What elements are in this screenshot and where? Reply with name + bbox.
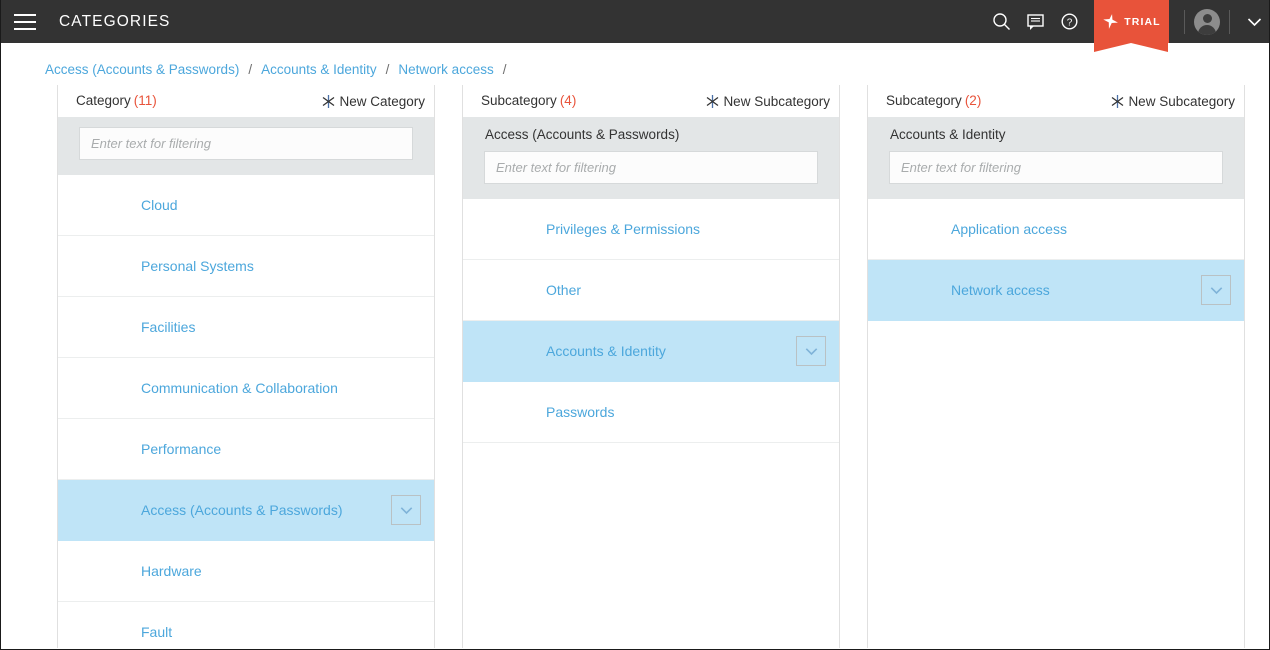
panel-count: (11)	[133, 93, 157, 108]
app-header: CATEGORIES ? TRIAL	[1, 0, 1269, 52]
list-item[interactable]: Personal Systems	[58, 236, 434, 297]
new-subcategory-label: New Subcategory	[1128, 93, 1235, 109]
list-item-label: Passwords	[546, 404, 615, 420]
panel-header: Subcategory (2) New Subcategory	[868, 85, 1244, 117]
list-item-selected[interactable]: Network access	[868, 260, 1244, 321]
sparkle-icon	[1112, 94, 1124, 108]
list-item-label: Personal Systems	[141, 258, 254, 274]
breadcrumb-separator: /	[248, 61, 253, 77]
breadcrumb-separator: /	[502, 61, 507, 77]
list-item-label: Privileges & Permissions	[546, 221, 701, 237]
sparkle-icon	[323, 94, 335, 108]
breadcrumb-item-0[interactable]: Access (Accounts & Passwords)	[45, 62, 239, 77]
panel-title: Subcategory	[481, 93, 557, 108]
list-item-selected[interactable]: Accounts & Identity	[463, 321, 839, 382]
panel-header: Subcategory (4) New Subcategory	[463, 85, 839, 117]
subcategory-list: Privileges & Permissions Other Accounts …	[463, 199, 839, 648]
airplane-icon	[1103, 14, 1119, 29]
filter-zone: Accounts & Identity	[868, 117, 1244, 199]
filter-zone	[58, 117, 434, 175]
list-item[interactable]: Other	[463, 260, 839, 321]
list-item-label: Performance	[141, 441, 222, 457]
expand-chevron-down-icon[interactable]	[1201, 275, 1231, 305]
trial-label: TRIAL	[1124, 15, 1161, 28]
list-item-label: Communication & Collaboration	[141, 380, 338, 396]
list-item-label: Cloud	[141, 197, 178, 213]
panel-subcategory-level1: Subcategory (4) New Subcategory Access (A…	[462, 85, 840, 648]
filter-input[interactable]	[79, 127, 413, 160]
help-icon[interactable]: ?	[1052, 0, 1086, 43]
new-subcategory-button[interactable]: New Subcategory	[1110, 94, 1235, 109]
user-menu-chevron-down-icon[interactable]	[1239, 0, 1269, 43]
list-item-selected[interactable]: Access (Accounts & Passwords)	[58, 480, 434, 541]
filter-input[interactable]	[889, 151, 1223, 184]
parent-label: Access (Accounts & Passwords)	[485, 127, 680, 142]
search-icon[interactable]	[984, 0, 1018, 43]
breadcrumb-separator: /	[385, 61, 390, 77]
panel-title: Subcategory	[886, 93, 962, 108]
category-columns: Category(11) New Category Cloud Personal…	[1, 85, 1269, 648]
breadcrumb-item-1[interactable]: Accounts & Identity	[261, 62, 377, 77]
filter-zone: Access (Accounts & Passwords)	[463, 117, 839, 199]
list-item-label: Other	[546, 282, 582, 298]
list-item-label: Accounts & Identity	[546, 343, 666, 359]
category-list: Cloud Personal Systems Facilities Commun…	[58, 175, 434, 648]
list-item-label: Hardware	[141, 563, 202, 579]
expand-chevron-down-icon[interactable]	[391, 495, 421, 525]
list-item[interactable]: Communication & Collaboration	[58, 358, 434, 419]
list-item[interactable]: Fault	[58, 602, 434, 648]
list-item[interactable]: Performance	[58, 419, 434, 480]
page-title: CATEGORIES	[59, 12, 171, 30]
avatar-icon[interactable]	[1194, 8, 1220, 35]
hamburger-icon[interactable]	[14, 13, 36, 30]
divider	[1229, 9, 1230, 34]
panel-count: (4)	[559, 93, 577, 108]
panel-title-group: Category (11)	[76, 92, 157, 110]
new-subcategory-button[interactable]: New Subcategory	[705, 94, 830, 109]
list-item[interactable]: Facilities	[58, 297, 434, 358]
new-category-button[interactable]: New Category	[321, 94, 425, 109]
list-item-label: Application access	[951, 221, 1067, 237]
list-item-label: Facilities	[141, 319, 196, 335]
panel-title-group: Subcategory (2)	[886, 92, 981, 110]
sparkle-icon	[707, 94, 719, 108]
list-item[interactable]: Hardware	[58, 541, 434, 602]
breadcrumb: Access (Accounts & Passwords) / Accounts…	[1, 53, 1269, 85]
list-item[interactable]: Passwords	[463, 382, 839, 443]
panel-category: Category(11) New Category Cloud Personal…	[57, 85, 435, 648]
trial-badge[interactable]: TRIAL	[1094, 0, 1169, 52]
list-item[interactable]: Cloud	[58, 175, 434, 236]
panel-title-group: Subcategory (4)	[481, 92, 576, 110]
panel-header: Category (11) New Category	[58, 85, 434, 117]
divider	[1184, 9, 1185, 34]
panel-count: (2)	[964, 93, 982, 108]
panel-subcategory-level2: Subcategory (2) New Subcategory Accounts …	[867, 85, 1245, 648]
parent-label: Accounts & Identity	[890, 127, 1006, 142]
filter-input[interactable]	[484, 151, 818, 184]
chat-icon[interactable]	[1018, 0, 1052, 43]
list-item-label: Network access	[951, 282, 1050, 298]
list-item-label: Fault	[141, 624, 173, 640]
subcategory-list: Application access Network access	[868, 199, 1244, 648]
svg-text:?: ?	[1066, 18, 1072, 29]
new-category-label: New Category	[339, 93, 425, 109]
new-subcategory-label: New Subcategory	[723, 93, 830, 109]
breadcrumb-item-2[interactable]: Network access	[398, 62, 493, 77]
list-item[interactable]: Application access	[868, 199, 1244, 260]
header-actions: ? TRIAL	[984, 0, 1269, 52]
list-item-label: Access (Accounts & Passwords)	[141, 502, 343, 518]
list-item[interactable]: Privileges & Permissions	[463, 199, 839, 260]
panel-title: Category	[76, 93, 131, 108]
expand-chevron-down-icon[interactable]	[796, 336, 826, 366]
